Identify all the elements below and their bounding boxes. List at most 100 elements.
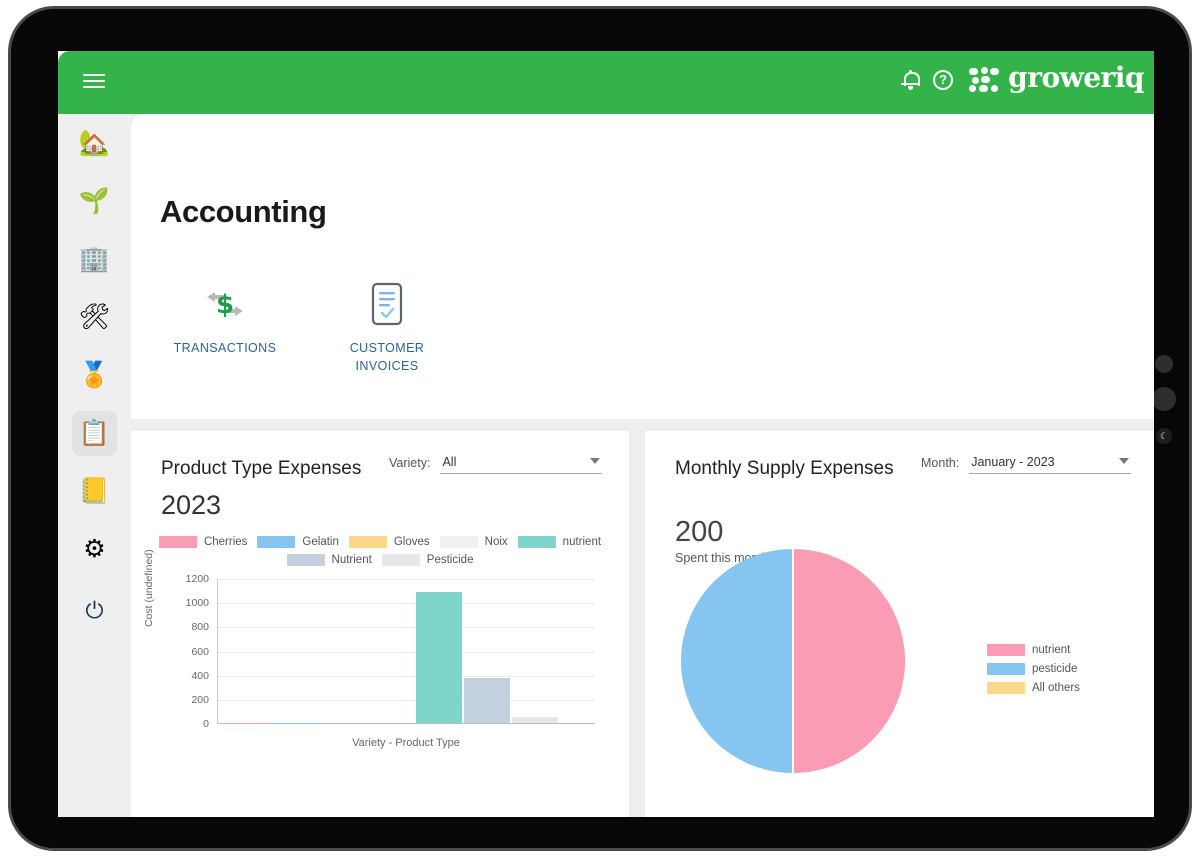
bezel-button-top[interactable] [1155, 355, 1173, 373]
question-mark-icon[interactable]: ? [933, 69, 954, 90]
bar-chart-legend: Cherries Gelatin Gloves Noix nutrient Nu… [145, 536, 615, 566]
sidebar-item-inventory[interactable]: 🛠 [72, 295, 117, 340]
tablet-device-frame: ☾ ? groweriq 🏡 🌱 🏢 🛠 🏅 📋 📒 ⚙ ⏻ Accountin… [8, 6, 1192, 851]
medal-icon: 🏅 [78, 361, 111, 389]
sidebar-item-reports[interactable]: 📒 [72, 469, 117, 514]
transactions-button[interactable]: $ TRANSACTIONS [160, 280, 290, 375]
money-transfer-icon: $ [201, 280, 249, 328]
legend-swatch [439, 536, 478, 548]
legend-swatch [348, 536, 387, 548]
y-tick: 1200 [185, 573, 209, 585]
bell-icon[interactable] [901, 69, 921, 90]
legend-item: Cherries [158, 536, 248, 548]
home-icon: 🏡 [78, 129, 111, 157]
bar-nutrient-lower[interactable] [416, 592, 462, 723]
bezel-button-moon[interactable]: ☾ [1156, 428, 1172, 444]
page-title: Accounting [160, 194, 327, 229]
legend-item: Nutrient [286, 554, 372, 566]
bar-chart-grid [217, 579, 595, 724]
seedling-icon: 🌱 [78, 187, 111, 215]
customer-invoices-label: CUSTOMER INVOICES [349, 341, 425, 373]
gear-icon: ⚙ [83, 535, 106, 563]
charts-row: Product Type Expenses 2023 Variety: All … [131, 431, 1154, 817]
customer-invoices-button[interactable]: CUSTOMER INVOICES [322, 280, 452, 375]
bar-cherries[interactable] [224, 722, 270, 723]
shortcut-buttons: $ TRANSACTIONS CUSTOMER INVOICES [160, 280, 452, 375]
y-axis-ticks: 1200 1000 800 600 400 200 0 [175, 573, 209, 730]
sidebar-item-accounting[interactable]: 📋 [72, 411, 117, 456]
bar-chart-year: 2023 [161, 490, 222, 520]
legend-item: pesticide [987, 663, 1080, 675]
legend-label: Nutrient [331, 554, 372, 566]
sidebar-item-quality[interactable]: 🏅 [72, 353, 117, 398]
tablet-screen: ? groweriq 🏡 🌱 🏢 🛠 🏅 📋 📒 ⚙ ⏻ Accounting … [58, 51, 1154, 817]
brand-logo: groweriq [969, 64, 1144, 95]
office-worker-icon: 🏢 [78, 245, 111, 273]
legend-item: nutrient [987, 644, 1080, 656]
legend-swatch [286, 554, 325, 566]
y-tick: 800 [191, 621, 209, 634]
screenshot-stage: ☾ ? groweriq 🏡 🌱 🏢 🛠 🏅 📋 📒 ⚙ ⏻ Accountin… [0, 0, 1200, 857]
y-axis-label: Cost (undefined) [143, 549, 155, 627]
main-content: Accounting $ TRANSACTIONS CUSTOMER INVOI… [131, 114, 1154, 817]
chevron-down-icon [590, 458, 601, 464]
legend-item: Gloves [348, 536, 430, 548]
bar-chart-title: Product Type Expenses [161, 458, 362, 479]
sidebar-item-home[interactable]: 🏡 [72, 121, 117, 166]
transactions-label: TRANSACTIONS [173, 341, 277, 355]
pie-chart-legend: nutrient pesticide All others [987, 644, 1080, 694]
legend-label: nutrient [1032, 644, 1071, 656]
hamburger-menu-icon[interactable] [83, 74, 105, 90]
monthly-supply-expenses-card: Monthly Supply Expenses Month: January -… [645, 431, 1154, 817]
pie-chart-title: Monthly Supply Expenses [675, 458, 894, 479]
bar-nutrient-upper[interactable] [464, 678, 510, 723]
month-filter: Month: January - 2023 [921, 455, 1132, 474]
legend-label: Gelatin [302, 536, 339, 548]
legend-label: nutrient [562, 536, 602, 548]
month-filter-label: Month: [921, 456, 960, 470]
legend-swatch [517, 536, 556, 548]
sidebar-item-settings[interactable]: ⚙ [72, 527, 117, 572]
legend-item: Gelatin [257, 536, 339, 548]
legend-swatch [381, 554, 420, 566]
bar-series [218, 578, 595, 723]
legend-swatch [987, 663, 1025, 675]
legend-label: Gloves [393, 536, 430, 548]
month-select[interactable]: January - 2023 [969, 455, 1132, 474]
variety-filter-label: Variety: [389, 456, 431, 470]
month-select-value: January - 2023 [971, 455, 1055, 469]
legend-item: nutrient [517, 536, 602, 548]
x-axis-label: Variety - Product Type [352, 737, 460, 749]
notebook-icon: 📒 [78, 477, 111, 505]
top-navigation-bar: ? groweriq [58, 51, 1154, 114]
sidebar-navigation: 🏡 🌱 🏢 🛠 🏅 📋 📒 ⚙ ⏻ [58, 114, 131, 817]
legend-swatch [158, 536, 197, 548]
variety-filter: Variety: All [389, 455, 603, 474]
bezel-button-middle[interactable] [1152, 387, 1176, 411]
y-tick: 1000 [185, 597, 209, 610]
legend-item: Noix [439, 536, 508, 548]
y-tick: 200 [191, 693, 209, 706]
chevron-down-icon [1119, 458, 1130, 464]
topbar-actions: ? groweriq [901, 64, 1144, 95]
variety-select-value: All [442, 455, 457, 469]
product-type-expenses-card: Product Type Expenses 2023 Variety: All … [131, 431, 629, 817]
variety-select[interactable]: All [440, 455, 603, 474]
legend-label: Pesticide [426, 554, 474, 566]
svg-text:$: $ [216, 290, 234, 320]
pie-separator [792, 549, 794, 773]
spent-amount: 200 [675, 516, 724, 548]
legend-label: pesticide [1032, 663, 1078, 675]
logo-dots-icon [969, 66, 1000, 93]
pie-chart [681, 549, 905, 773]
sidebar-item-logout[interactable]: ⏻ [72, 588, 117, 633]
bar-pesticide[interactable] [512, 717, 558, 723]
sidebar-item-cultivation[interactable]: 🌱 [72, 179, 117, 224]
power-icon: ⏻ [85, 597, 104, 623]
y-tick: 400 [191, 669, 209, 682]
sidebar-item-staff[interactable]: 🏢 [72, 237, 117, 282]
legend-label: Cherries [203, 536, 248, 548]
hand-truck-icon: 🛠 [78, 303, 111, 331]
legend-label: Noix [484, 536, 508, 548]
page-header-card: Accounting $ TRANSACTIONS CUSTOMER INVOI… [131, 114, 1154, 419]
